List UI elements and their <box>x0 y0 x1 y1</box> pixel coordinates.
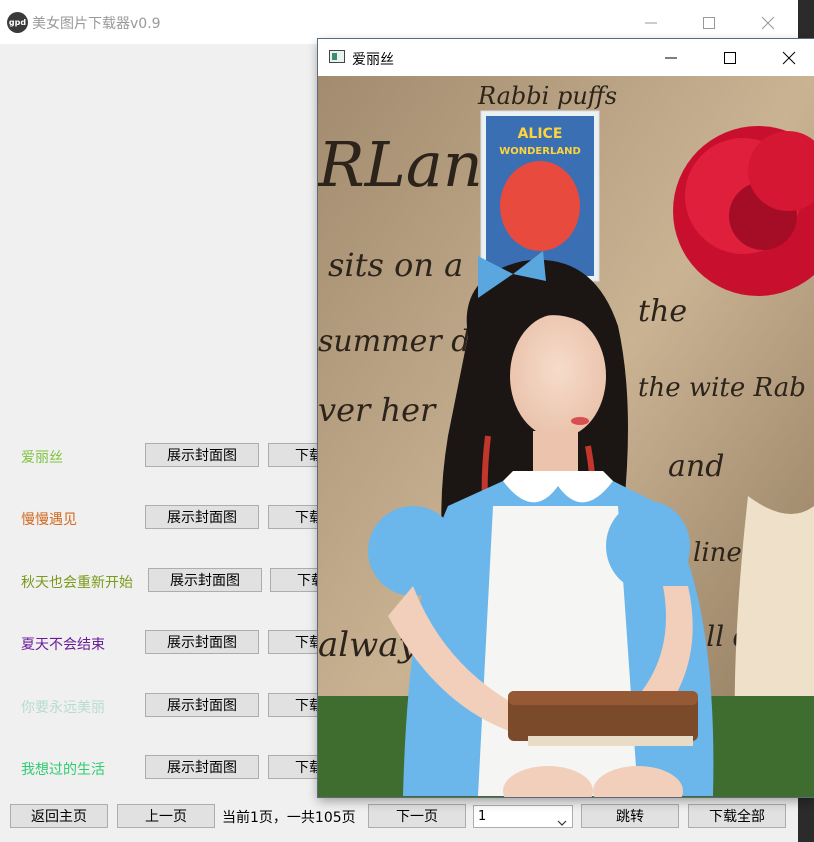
prev-page-button[interactable]: 上一页 <box>117 804 215 828</box>
close-icon <box>782 51 796 65</box>
minimize-icon <box>645 22 657 24</box>
next-page-button[interactable]: 下一页 <box>368 804 466 828</box>
show-cover-button[interactable]: 展示封面图 <box>145 693 259 717</box>
show-cover-button[interactable]: 展示封面图 <box>145 755 259 779</box>
poster-subtitle: WONDERLAND <box>499 146 581 157</box>
popup-maximize-button[interactable] <box>707 43 753 73</box>
cover-image: RLand Rabbi puffs sits on a summer day v… <box>318 76 814 797</box>
item-title: 爱丽丝 <box>21 450 63 466</box>
close-button[interactable] <box>745 9 791 37</box>
item-title: 夏天不会结束 <box>21 637 105 653</box>
wall-text: the wite Rab <box>638 373 806 403</box>
minimize-icon <box>665 57 677 59</box>
item-title: 我想过的生活 <box>21 762 105 778</box>
item-title: 你要永远美丽 <box>21 700 105 716</box>
home-button[interactable]: 返回主页 <box>10 804 108 828</box>
chevron-down-icon <box>557 812 567 831</box>
maximize-icon <box>724 52 736 64</box>
maximize-icon <box>703 17 715 29</box>
page-select[interactable]: 1 <box>473 805 573 828</box>
page-select-value: 1 <box>478 809 487 824</box>
poster-title: ALICE <box>518 126 563 142</box>
wall-text: ver her <box>318 391 437 429</box>
wall-text: the <box>638 294 687 329</box>
cover-preview-window: 爱丽丝 RLand Rabbi puffs sits on a summer d… <box>318 39 814 797</box>
show-cover-button[interactable]: 展示封面图 <box>145 505 259 529</box>
wall-text: sits on a <box>328 246 463 284</box>
popup-title: 爱丽丝 <box>352 52 394 68</box>
show-cover-button[interactable]: 展示封面图 <box>145 443 259 467</box>
popup-close-button[interactable] <box>766 43 812 73</box>
minimize-button[interactable] <box>628 9 674 37</box>
main-window-title: 美女图片下载器v0.9 <box>32 16 161 32</box>
maximize-button[interactable] <box>686 9 732 37</box>
popup-titlebar: 爱丽丝 <box>318 39 814 76</box>
show-cover-button[interactable]: 展示封面图 <box>145 630 259 654</box>
item-title: 秋天也会重新开始 <box>21 575 133 591</box>
wall-text: Rabbi puffs <box>477 82 617 110</box>
window-icon <box>329 50 345 63</box>
download-all-button[interactable]: 下载全部 <box>688 804 786 828</box>
show-cover-button[interactable]: 展示封面图 <box>148 568 262 592</box>
popup-minimize-button[interactable] <box>648 43 694 73</box>
page-info: 当前1页，一共105页 <box>222 810 356 826</box>
jump-button[interactable]: 跳转 <box>581 804 679 828</box>
close-icon <box>761 16 775 30</box>
item-title: 慢慢遇见 <box>21 512 77 528</box>
main-titlebar: gpd 美女图片下载器v0.9 <box>0 0 798 44</box>
wall-text: and <box>668 449 724 484</box>
app-icon: gpd <box>7 12 28 33</box>
